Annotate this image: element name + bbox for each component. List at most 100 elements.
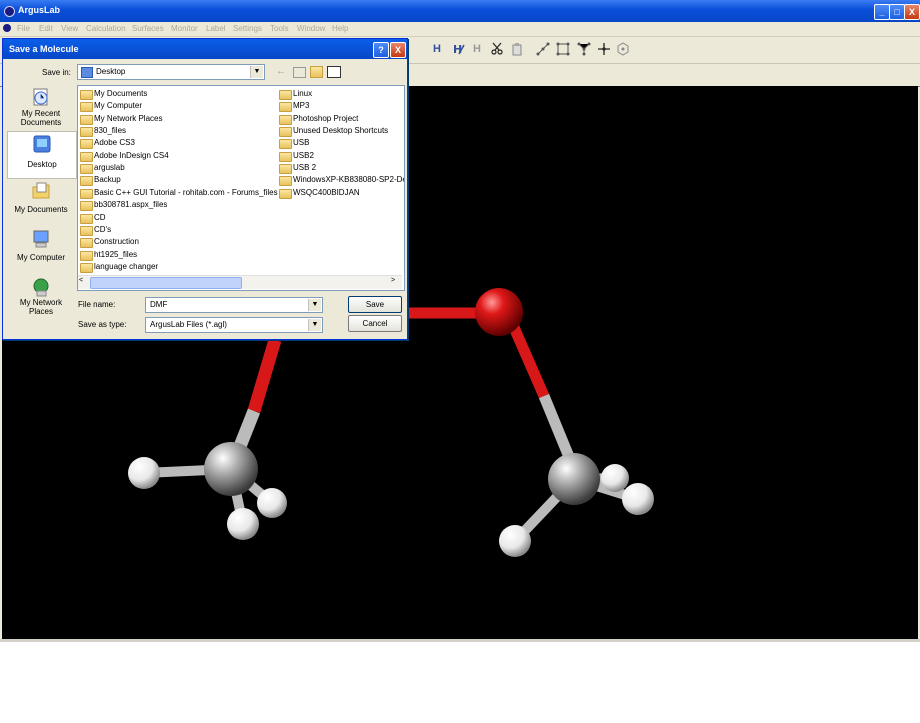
new-folder-icon[interactable] [310, 66, 323, 78]
menu-view[interactable]: View [61, 24, 78, 33]
chevron-down-icon[interactable]: ▼ [308, 299, 321, 311]
folder-icon [80, 151, 93, 162]
document-icon[interactable] [3, 24, 11, 32]
folder-icon [279, 139, 292, 150]
folder-icon [80, 201, 93, 212]
scrollbar-thumb[interactable] [90, 277, 242, 289]
folder-icon [279, 188, 292, 199]
places-bar: My Recent Documents Desktop My Documents… [7, 85, 77, 325]
folder-icon [80, 90, 93, 100]
dialog-title: Save a Molecule [9, 44, 79, 54]
folder-icon [80, 213, 93, 224]
ring-icon[interactable] [556, 42, 570, 56]
hydrogen-icon[interactable]: H [430, 42, 444, 56]
file-name-input[interactable]: DMF ▼ [145, 297, 323, 313]
clipboard-icon[interactable] [510, 42, 524, 56]
cancel-button[interactable]: Cancel [348, 315, 402, 332]
file-item-label: USB2 [293, 150, 314, 160]
save-as-type-label: Save as type: [78, 320, 127, 329]
view-menu-icon[interactable] [327, 66, 341, 78]
place-label: My Recent Documents [20, 109, 62, 127]
folder-icon [80, 238, 93, 249]
file-item-label: WindowsXP-KB838080-SP2-Depl [293, 175, 405, 185]
save-in-dropdown[interactable]: Desktop ▼ [77, 64, 265, 80]
menu-window[interactable]: Window [297, 24, 325, 33]
hydrogen-dim-icon[interactable]: H [470, 42, 484, 56]
file-list[interactable]: My Documents My Computer My Network Places… [77, 85, 405, 291]
folder-icon [279, 127, 292, 138]
cross-icon[interactable] [597, 42, 611, 56]
horizontal-scrollbar[interactable]: < > [78, 275, 402, 289]
place-label: My Network Places [19, 298, 63, 316]
back-icon[interactable]: ← [276, 66, 290, 78]
help-button[interactable]: ? [373, 42, 389, 58]
chevron-down-icon[interactable]: ▼ [250, 66, 263, 78]
place-network[interactable]: My Network Places [7, 275, 75, 321]
save-in-value: Desktop [96, 67, 126, 76]
place-label: Desktop [27, 160, 57, 169]
save-molecule-dialog: Save a Molecule ? X Save in: Desktop ▼ ←… [2, 38, 408, 340]
up-folder-icon[interactable] [293, 67, 306, 78]
bond-icon[interactable] [536, 42, 550, 56]
scissors-icon[interactable] [490, 42, 504, 56]
place-my-documents[interactable]: My Documents [7, 179, 75, 225]
folder-icon [279, 176, 292, 187]
place-label: My Computer [16, 253, 65, 262]
folder-icon [80, 102, 93, 113]
my-computer-icon [31, 229, 51, 249]
maximize-button[interactable]: □ [889, 4, 905, 20]
file-item-label: Construction [94, 237, 139, 247]
scroll-right-icon[interactable]: > [391, 277, 401, 287]
file-item-label: Adobe CS3 [94, 138, 135, 148]
file-item-label: Photoshop Project [293, 113, 359, 123]
chevron-down-icon[interactable]: ▼ [308, 319, 321, 331]
save-in-label: Save in: [42, 68, 71, 77]
menu-bar: File Edit View Calculation Surfaces Moni… [0, 22, 920, 37]
file-item-label: bb308781.aspx_files [94, 200, 168, 210]
menu-monitor[interactable]: Monitor [171, 24, 198, 33]
file-item-label: Unused Desktop Shortcuts [293, 126, 389, 136]
file-item-label: language changer [94, 261, 159, 271]
scroll-left-icon[interactable]: < [79, 277, 89, 287]
network-icon[interactable] [577, 42, 591, 56]
menu-edit[interactable]: Edit [39, 24, 53, 33]
file-item-label: My Computer [94, 101, 143, 111]
minimize-button[interactable]: _ [874, 4, 890, 20]
file-item-label: My Network Places [94, 113, 163, 123]
folder-icon [80, 262, 93, 273]
file-item-label: CD [94, 212, 106, 222]
hydrogen-edit-icon[interactable]: H [451, 42, 465, 56]
save-button[interactable]: Save [348, 296, 402, 313]
folder-icon [80, 127, 93, 138]
folder-icon [279, 102, 292, 113]
menu-tools[interactable]: Tools [270, 24, 289, 33]
place-desktop[interactable]: Desktop [7, 131, 77, 179]
dialog-close-button[interactable]: X [390, 42, 406, 58]
file-item-label: Basic C++ GUI Tutorial - rohitab.com - F… [94, 187, 278, 197]
save-as-type-value: ArgusLab Files (*.agl) [150, 320, 227, 329]
file-item-label: arguslab [94, 163, 125, 173]
folder-icon [80, 188, 93, 199]
menu-settings[interactable]: Settings [233, 24, 262, 33]
file-item-label: USB [293, 138, 310, 148]
menu-label[interactable]: Label [206, 24, 226, 33]
save-as-type-dropdown[interactable]: ArgusLab Files (*.agl) ▼ [145, 317, 323, 333]
place-recent-documents[interactable]: My Recent Documents [7, 85, 75, 131]
folder-icon [279, 164, 292, 175]
place-my-computer[interactable]: My Computer [7, 227, 75, 273]
cube-icon[interactable] [616, 42, 630, 56]
output-panel[interactable] [0, 639, 920, 723]
app-icon [4, 6, 15, 17]
menu-file[interactable]: File [17, 24, 30, 33]
menu-surfaces[interactable]: Surfaces [132, 24, 164, 33]
recent-documents-icon [31, 87, 51, 107]
desktop-icon [32, 134, 52, 154]
menu-help[interactable]: Help [332, 24, 348, 33]
file-item-label: WSQC400BIDJAN [293, 187, 360, 197]
menu-calculation[interactable]: Calculation [86, 24, 126, 33]
folder-icon [279, 114, 292, 125]
file-item-label: 830_files [94, 126, 127, 136]
close-button[interactable]: X [904, 4, 920, 20]
app-titlebar [0, 0, 920, 22]
folder-icon [80, 114, 93, 125]
